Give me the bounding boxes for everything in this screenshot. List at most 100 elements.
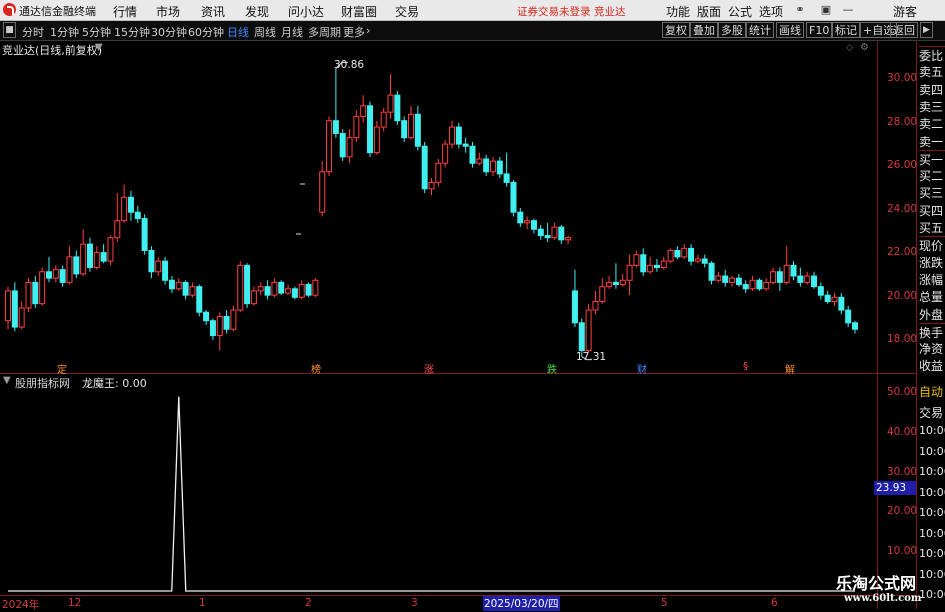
toolbar-button-back[interactable]: 返回 bbox=[890, 22, 918, 38]
toolbar-button-mark[interactable]: 标记 bbox=[832, 22, 860, 38]
period-tab-5min[interactable]: 5分钟 bbox=[82, 24, 111, 40]
chevron-right-icon[interactable]: › bbox=[366, 24, 370, 37]
restore-icon[interactable]: ▣ bbox=[818, 2, 834, 17]
menu-item-wealth[interactable]: 财富圈 bbox=[341, 3, 377, 20]
candlestick-chart[interactable] bbox=[0, 41, 877, 373]
headset-icon[interactable]: ⚭ bbox=[792, 2, 808, 17]
menu-item-ask[interactable]: 问小达 bbox=[288, 3, 324, 20]
candle-body bbox=[367, 105, 374, 154]
candle bbox=[715, 271, 722, 283]
period-tab-more[interactable]: 更多 bbox=[343, 24, 365, 40]
period-tab-intraday[interactable]: 分时 bbox=[22, 24, 44, 40]
candle bbox=[647, 256, 654, 274]
candle-body bbox=[852, 322, 858, 330]
toolbar-button-stats[interactable]: 统计 bbox=[746, 22, 774, 38]
period-tab-1min[interactable]: 1分钟 bbox=[50, 24, 79, 40]
quote-field-label: 卖一 bbox=[919, 134, 944, 149]
candle bbox=[653, 259, 660, 272]
candle-body bbox=[25, 281, 32, 309]
candle-body bbox=[435, 162, 442, 183]
candle bbox=[93, 246, 100, 270]
minimize-icon[interactable]: — bbox=[840, 2, 856, 17]
candle bbox=[264, 280, 271, 300]
candle bbox=[640, 248, 647, 277]
candle-body bbox=[319, 171, 326, 213]
candle-body bbox=[114, 220, 121, 239]
candle bbox=[332, 68, 339, 138]
period-tab-15min[interactable]: 15分钟 bbox=[114, 24, 150, 40]
menu-item-news[interactable]: 资讯 bbox=[201, 3, 225, 20]
candle bbox=[612, 263, 619, 289]
candle bbox=[5, 286, 11, 330]
candle-body bbox=[285, 288, 292, 294]
candle-body bbox=[667, 249, 674, 262]
candle-body bbox=[824, 294, 831, 303]
menu-item-market[interactable]: 市场 bbox=[156, 3, 180, 20]
candle bbox=[804, 271, 811, 285]
time-tick: 6 bbox=[771, 597, 778, 609]
quote-field-label: 卖五 bbox=[919, 65, 944, 80]
period-tab-30min[interactable]: 30分钟 bbox=[151, 24, 187, 40]
candle bbox=[599, 278, 606, 304]
candle bbox=[708, 261, 715, 285]
trade-time: 10:06 bbox=[919, 485, 945, 499]
candle-body bbox=[121, 196, 128, 222]
candle-body bbox=[606, 281, 613, 288]
login-notice[interactable]: 证券交易未登录 bbox=[517, 4, 591, 19]
period-tab-monthly[interactable]: 月线 bbox=[281, 24, 303, 40]
candle bbox=[107, 235, 114, 266]
quote-field-label: 委比 bbox=[919, 46, 945, 64]
candle-body bbox=[722, 275, 729, 283]
candle bbox=[688, 244, 695, 266]
quote-field-label: 卖二 bbox=[919, 117, 944, 132]
candle bbox=[510, 180, 517, 217]
menu-item-function[interactable]: 功能 bbox=[666, 3, 690, 20]
candle-body bbox=[694, 258, 701, 262]
candle bbox=[52, 265, 59, 283]
trade-time: 10:06 bbox=[919, 526, 945, 540]
candle-body bbox=[182, 281, 189, 296]
menu-item-discover[interactable]: 发现 bbox=[245, 3, 269, 20]
candle bbox=[442, 139, 449, 168]
candle bbox=[223, 310, 230, 334]
toolbar-button-multi[interactable]: 多股 bbox=[718, 22, 746, 38]
candle-body bbox=[483, 158, 490, 173]
toolbar-button-f10[interactable]: F10 bbox=[806, 22, 833, 38]
candle bbox=[25, 278, 32, 313]
side-panel-toggle-icon[interactable]: ▶ bbox=[920, 22, 933, 38]
menu-item-options[interactable]: 选项 bbox=[759, 3, 783, 20]
toolbar-button-draw[interactable]: 画线 bbox=[776, 22, 804, 38]
period-tab-multi[interactable]: 多周期 bbox=[308, 24, 341, 40]
candle-body bbox=[401, 120, 408, 139]
period-tab-daily[interactable]: 日线 bbox=[227, 24, 249, 40]
quote-field-label: 收益 bbox=[919, 359, 944, 374]
user-label[interactable]: 游客 bbox=[893, 3, 917, 20]
candle-body bbox=[298, 284, 305, 298]
period-tab-60min[interactable]: 60分钟 bbox=[188, 24, 224, 40]
candle bbox=[565, 235, 572, 245]
candle bbox=[667, 248, 674, 264]
price-tick: 18.00 bbox=[887, 333, 918, 345]
menu-item-trade[interactable]: 交易 bbox=[395, 3, 419, 20]
candle-body bbox=[66, 256, 73, 283]
menu-item-formula[interactable]: 公式 bbox=[728, 3, 752, 20]
menu-item-layout[interactable]: 版面 bbox=[697, 3, 721, 20]
panel-toggle-icon[interactable]: ■ bbox=[3, 22, 16, 38]
candle-body bbox=[73, 256, 80, 275]
event-marker[interactable]: § bbox=[743, 361, 748, 372]
candle-body bbox=[790, 264, 797, 277]
candle-body bbox=[312, 279, 319, 296]
toolbar-button-adjust[interactable]: 复权 bbox=[662, 22, 690, 38]
candle bbox=[230, 305, 237, 332]
candle-body bbox=[660, 260, 667, 269]
candle bbox=[606, 276, 613, 289]
menu-item-quotes[interactable]: 行情 bbox=[113, 3, 137, 20]
candle-body bbox=[742, 284, 749, 290]
indicator-chart[interactable] bbox=[0, 374, 877, 595]
candle bbox=[80, 229, 87, 277]
quote-field-label: 换手 bbox=[919, 322, 945, 341]
time-axis-line bbox=[0, 595, 916, 596]
toolbar-button-overlay[interactable]: 叠加 bbox=[690, 22, 718, 38]
period-tab-weekly[interactable]: 周线 bbox=[254, 24, 276, 40]
candle bbox=[59, 265, 66, 287]
